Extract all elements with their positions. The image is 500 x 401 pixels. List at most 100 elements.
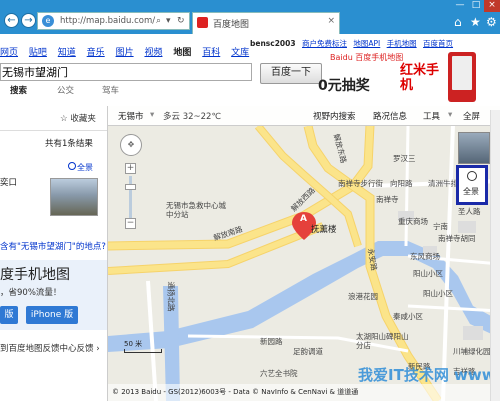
street-photo-thumbnail[interactable] <box>50 178 98 216</box>
tab-bus[interactable]: 公交 <box>57 84 74 96</box>
promo-subtitle: ，省90%流量！ <box>0 288 62 298</box>
address-bar[interactable]: e http://map.baidu.com/ ⌕ ▾ ↻ <box>37 12 190 30</box>
label-luohan: 罗汉三 <box>393 154 416 163</box>
url-text[interactable]: http://map.baidu.com/ <box>60 16 155 26</box>
tools-button[interactable]: 工具 <box>423 110 440 122</box>
iphone-download-button[interactable]: iPhone 版 <box>26 306 78 324</box>
label-yangshan-2: 阳山小区 <box>423 289 453 298</box>
mobile-map-link[interactable]: 手机地图 <box>387 39 417 48</box>
dropdown-icon[interactable]: ▾ <box>166 16 171 26</box>
search-suggestion-link[interactable]: 含有"无锡市望湖门"的地点? <box>0 240 106 252</box>
panorama-pin-icon <box>467 171 477 181</box>
tab-close-icon[interactable]: × <box>327 16 335 26</box>
tab-search[interactable]: 搜索 <box>10 84 27 96</box>
search-button[interactable]: 百度一下 <box>260 63 322 84</box>
label-dongfeng: 东风商场 <box>410 252 440 261</box>
map-scale: 50 米 <box>124 339 162 353</box>
panorama-link[interactable]: 全景 <box>77 162 93 173</box>
building <box>458 221 476 233</box>
view-search-button[interactable]: 视野内搜索 <box>313 110 356 122</box>
label-chongqing: 重庆商场 <box>398 217 428 226</box>
result-name[interactable]: 奕口 <box>0 176 17 188</box>
search-mode-tabs: 搜索 公交 驾车 <box>0 83 160 98</box>
label-chuanjiang: 川埔绿化园 <box>453 347 491 356</box>
label-qinxian: 秦咸小区 <box>393 312 423 321</box>
nav-music[interactable]: 音乐 <box>87 48 105 58</box>
forward-button[interactable]: → <box>21 13 36 28</box>
baidu-home-link[interactable]: 百度首页 <box>423 39 453 48</box>
mobile-map-promo: 度手机地图 ，省90%流量！ 版 iPhone 版 <box>0 260 107 330</box>
top-links: bensc2003 商户免费标注 地图API 手机地图 百度首页 <box>250 38 500 50</box>
baidu-paw-icon <box>197 17 208 28</box>
label-qinghong: 清洲牛排 <box>428 179 458 188</box>
watermark: 我爱IT技术网 www.52ij.com <box>358 366 500 384</box>
pan-control[interactable]: ✥ <box>120 134 142 156</box>
merchant-link[interactable]: 商户免费标注 <box>302 39 347 48</box>
map-toolbar: 无锡市 ▾ 多云 32~22℃ 视野内搜索 路况信息 工具 ▾ 全屏 <box>108 106 500 126</box>
ad-text[interactable]: 0元抽奖 <box>318 75 370 95</box>
label-nanchan-hutong: 南禅寺胡同 <box>438 234 476 243</box>
search-field[interactable] <box>0 63 252 81</box>
maximize-button[interactable]: □ <box>468 0 484 12</box>
traffic-button[interactable]: 路况信息 <box>373 110 407 122</box>
ad-big-text[interactable]: 红米手机 <box>400 63 448 93</box>
label-taihu: 太湖阳山碑阳山分店 <box>356 332 409 350</box>
map-canvas[interactable]: A 解放东路 解放西路 解放南路 永安路 南禅寺步行街 向阳路 罗汉三 清洲牛排… <box>108 106 500 401</box>
nav-web[interactable]: 网页 <box>0 48 18 58</box>
panorama-label: 全景 <box>463 187 479 196</box>
tab-drive[interactable]: 驾车 <box>102 84 119 96</box>
weather-text: 多云 32~22℃ <box>163 112 222 122</box>
nav-video[interactable]: 视频 <box>144 48 162 58</box>
api-link[interactable]: 地图API <box>353 39 380 48</box>
search-icon[interactable]: ⌕ <box>156 16 161 26</box>
city-dropdown-icon[interactable]: ▾ <box>150 110 154 120</box>
nav-zhidao[interactable]: 知道 <box>58 48 76 58</box>
fullscreen-button[interactable]: 全屏 <box>463 110 480 122</box>
panorama-preview[interactable] <box>458 132 490 164</box>
ie-icon: e <box>42 15 54 27</box>
nav-baike[interactable]: 百科 <box>202 48 220 58</box>
city-selector[interactable]: 无锡市 <box>118 110 144 122</box>
minimize-button[interactable]: — <box>452 0 468 12</box>
zoom-handle[interactable] <box>125 184 136 190</box>
favorites-link[interactable]: ☆ 收藏夹 <box>60 112 96 124</box>
label-xiangyang: 向阳路 <box>390 179 413 188</box>
label-zuyi: 足韵调道 <box>293 347 323 356</box>
back-button[interactable]: ← <box>4 13 19 28</box>
result-count: 共有1条结果 <box>45 139 93 149</box>
label-nanchan-temple: 南禅寺 <box>376 195 399 204</box>
label-yangshan-1: 阳山小区 <box>413 269 443 278</box>
refresh-icon[interactable]: ↻ <box>177 16 185 26</box>
result-panel: ☆ 收藏夹 共有1条结果 全景 奕口 含有"无锡市望湖门"的地点? 度手机地图 … <box>0 106 108 401</box>
favorites-star-icon[interactable]: ★ <box>470 15 481 29</box>
android-download-button[interactable]: 版 <box>0 306 18 324</box>
marker-letter: A <box>300 214 307 224</box>
phone-image[interactable] <box>448 52 476 102</box>
zoom-in-button[interactable]: + <box>125 163 136 174</box>
close-button[interactable]: × <box>484 0 500 12</box>
search-input[interactable] <box>1 64 242 80</box>
nav-images[interactable]: 图片 <box>116 48 134 58</box>
building <box>463 326 483 340</box>
zoom-out-button[interactable]: − <box>125 218 136 229</box>
panorama-button[interactable]: 全景 <box>456 165 488 205</box>
tab-baidu-map[interactable]: 百度地图 × <box>192 12 340 34</box>
feedback-link[interactable]: 到百度地图反馈中心反馈 › <box>0 342 100 354</box>
nav-tieba[interactable]: 贴吧 <box>29 48 47 58</box>
label-shengren: 圣人路 <box>458 207 481 216</box>
tools-dropdown-icon[interactable]: ▾ <box>448 110 452 120</box>
zoom-slider[interactable] <box>129 176 132 218</box>
panorama-icon[interactable] <box>68 162 76 170</box>
label-nanchan-street: 南禅寺步行街 <box>338 179 383 188</box>
label-tongyang: 通扬北路 <box>166 281 176 312</box>
nav-wenku[interactable]: 文库 <box>231 48 249 58</box>
divider <box>0 130 107 131</box>
ad-brand[interactable]: Baidu 百度手机地图 <box>330 52 403 63</box>
nav-map-current: 地图 <box>173 48 192 58</box>
page-scrollbar[interactable] <box>490 110 500 401</box>
label-liuyiquan: 六艺全书院 <box>260 369 298 378</box>
home-icon[interactable]: ⌂ <box>454 15 462 29</box>
label-ningnan: 宁南 <box>433 222 448 231</box>
product-nav: 网页 贴吧 知道 音乐 图片 视频 地图 百科 文库 <box>0 45 257 59</box>
settings-gear-icon[interactable]: ⚙ <box>486 15 497 29</box>
